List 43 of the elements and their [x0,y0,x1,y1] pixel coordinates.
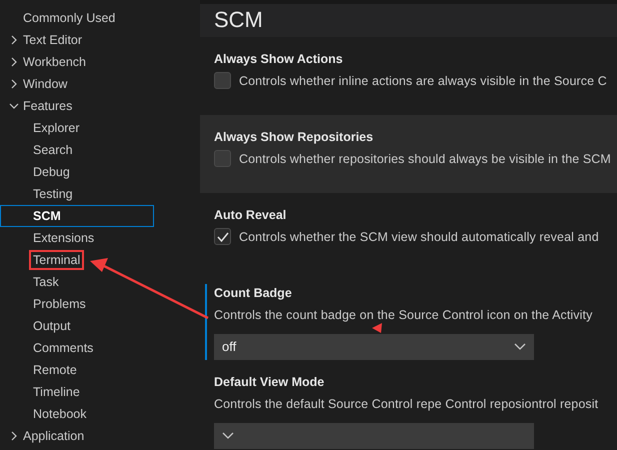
tree-item[interactable]: Timeline [0,381,154,403]
tree-item[interactable]: Notebook [0,403,154,425]
tree-item[interactable]: Workbench [0,51,154,73]
tree-item[interactable]: Window [0,73,154,95]
section-title: SCM [214,7,263,34]
setting-description: Controls whether the SCM view should automatically reveal and [239,228,599,246]
setting-description: Controls whether inline actions are always visible in the Source C [239,72,607,90]
tree-item[interactable]: Application [0,425,154,447]
chevron-icon [9,35,19,45]
checkbox[interactable] [214,150,231,168]
setting-description: Controls whether repositories should always be visible in the SCM [239,150,611,168]
tree-item[interactable]: Commonly Used [0,7,154,29]
setting-description: Controls the count badge on the Source Control icon on the Activity [214,306,594,324]
setting-title: Always Show Actions [214,50,344,68]
checkbox[interactable] [214,228,231,246]
chevron-icon [9,431,19,441]
dropdown[interactable] [214,423,534,450]
chevron-icon [9,101,19,111]
setting-title: Always Show Repositories [214,128,374,146]
tree-item[interactable]: Remote [0,359,154,381]
tree-item[interactable]: Features [0,95,154,117]
tree-item[interactable]: Task [0,271,154,293]
tree-item[interactable]: Debug [0,161,154,183]
setting-title: Default View Mode [214,374,326,392]
chevron-down-icon [514,342,526,351]
tree-item[interactable]: Problems [0,293,154,315]
tree-item[interactable]: Comments [0,337,154,359]
chevron-icon [9,57,19,67]
tree-item[interactable]: Extensions [0,227,154,249]
tree-item[interactable]: Terminal [0,249,154,271]
tree-item[interactable]: Explorer [0,117,154,139]
chevron-icon [9,79,19,89]
tree-item[interactable]: Output [0,315,154,337]
dropdown[interactable]: off [214,334,534,360]
checkbox[interactable] [214,72,231,90]
chevron-down-icon [222,432,234,440]
tree-item[interactable]: SCM [0,205,154,227]
tree-item[interactable]: Text Editor [0,29,154,51]
setting-description: Controls the default Source Control repe Control reposiontrol reposit [214,396,600,414]
tree-item[interactable]: Search [0,139,154,161]
setting-title: Auto Reveal [214,206,288,224]
tree-item[interactable]: Testing [0,183,154,205]
setting-title: Count Badge [214,284,293,302]
